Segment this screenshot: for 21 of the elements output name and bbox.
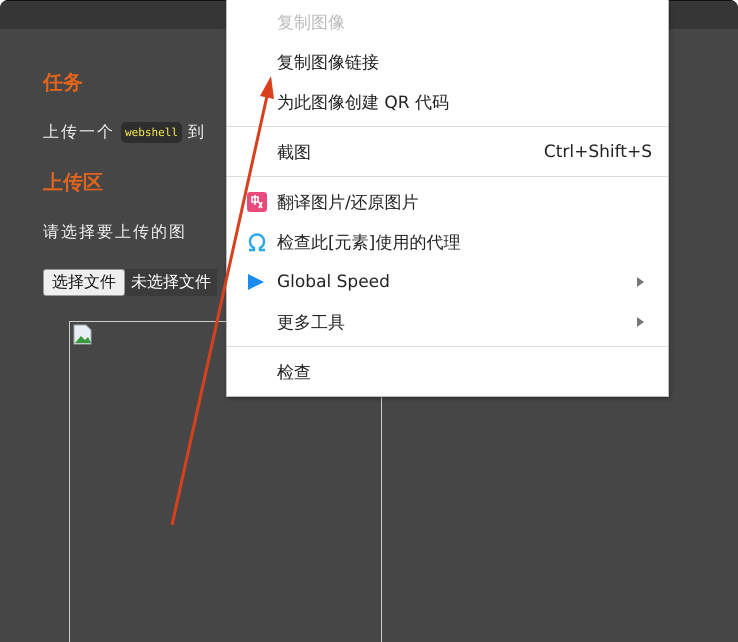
- section-heading: 任务: [43, 69, 84, 96]
- menu-item[interactable]: 为此图像创建 QR 代码: [227, 82, 668, 122]
- play-icon: [247, 273, 265, 291]
- task-text: 到: [188, 122, 206, 142]
- file-status: 未选择文件: [125, 268, 217, 296]
- menu-item[interactable]: 截图 Ctrl+Shift+S: [227, 132, 668, 172]
- task-text: 上传一个: [43, 122, 115, 142]
- choose-file-button[interactable]: 选择文件: [43, 268, 125, 296]
- menu-item[interactable]: 翻译图片/还原图片: [227, 182, 668, 222]
- shortcut-text: Ctrl+Shift+S: [544, 142, 652, 162]
- code-tag: webshell: [121, 122, 182, 142]
- menu-item[interactable]: 检查: [227, 352, 668, 392]
- menu-item[interactable]: 更多工具: [227, 302, 668, 342]
- menu-item[interactable]: Global Speed: [227, 262, 668, 302]
- broken-image-icon: [72, 324, 94, 346]
- translate-icon: [247, 192, 267, 212]
- menu-item[interactable]: 检查此[元素]使用的代理: [227, 222, 668, 262]
- omega-icon: [247, 232, 267, 252]
- menu-item[interactable]: 复制图像链接: [227, 42, 668, 82]
- upload-prompt: 请选择要上传的图: [43, 222, 187, 242]
- section-heading: 上传区: [43, 169, 104, 196]
